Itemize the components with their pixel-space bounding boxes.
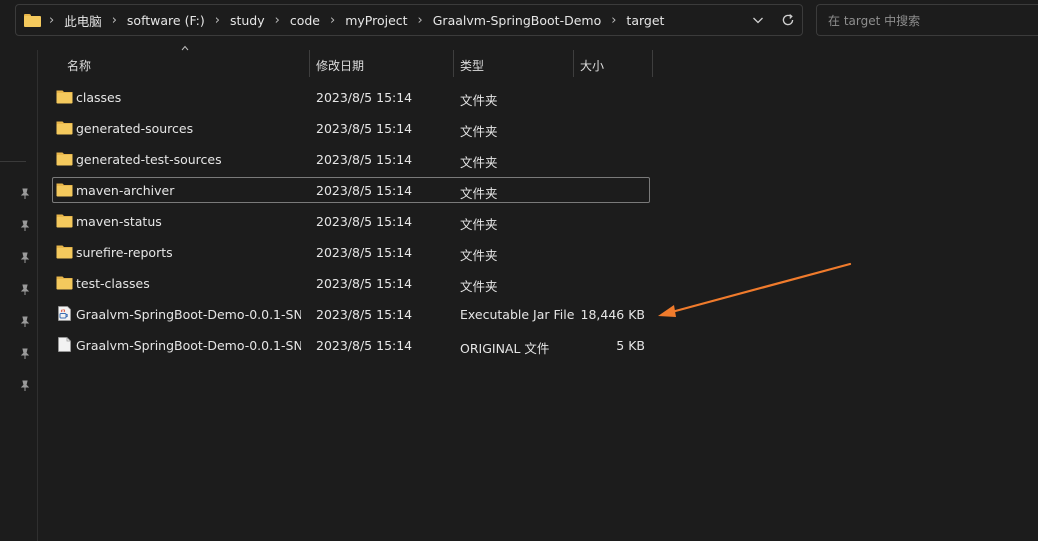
file-name: generated-test-sources <box>76 152 222 167</box>
address-bar[interactable]: › 此电脑 › software (F:) › study › code › m… <box>15 4 803 36</box>
file-name: maven-archiver <box>76 183 175 198</box>
folder-icon <box>56 183 73 197</box>
breadcrumb-item-drive[interactable]: software (F:) <box>127 13 205 28</box>
file-row[interactable]: surefire-reports 2023/8/5 15:14 文件夹 <box>52 239 650 265</box>
chevron-down-icon[interactable] <box>750 12 766 28</box>
file-size: 5 KB <box>616 338 645 353</box>
column-header-label: 类型 <box>460 59 485 73</box>
chevron-right-icon[interactable]: › <box>215 14 220 27</box>
file-name: classes <box>76 90 122 105</box>
file-name: maven-status <box>76 214 162 229</box>
pin-icon[interactable] <box>19 380 31 392</box>
column-resize-handle[interactable] <box>652 50 653 77</box>
chevron-right-icon[interactable]: › <box>418 14 423 27</box>
column-header-name[interactable]: 名称 <box>52 50 308 77</box>
file-type: 文件夹 <box>460 217 498 232</box>
column-header-type[interactable]: 类型 <box>454 50 572 77</box>
chevron-right-icon[interactable]: › <box>330 14 335 27</box>
breadcrumb-item-myproject[interactable]: myProject <box>345 13 407 28</box>
folder-icon <box>56 276 73 290</box>
file-date: 2023/8/5 15:14 <box>316 152 413 167</box>
folder-icon <box>56 152 73 166</box>
column-header-label: 名称 <box>67 59 92 73</box>
divider <box>0 161 26 162</box>
file-row[interactable]: Graalvm-SpringBoot-Demo-0.0.1-SN... 2023… <box>52 301 650 327</box>
search-box <box>816 4 1038 36</box>
breadcrumb-item-study[interactable]: study <box>230 13 265 28</box>
chevron-right-icon[interactable]: › <box>275 14 280 27</box>
folder-icon <box>56 121 73 135</box>
pin-icon[interactable] <box>19 252 31 264</box>
folder-icon <box>24 13 41 27</box>
pin-icon[interactable] <box>19 348 31 360</box>
file-type: 文件夹 <box>460 155 498 170</box>
file-row[interactable]: Graalvm-SpringBoot-Demo-0.0.1-SN... 2023… <box>52 332 650 358</box>
file-row[interactable]: generated-test-sources 2023/8/5 15:14 文件… <box>52 146 650 172</box>
java-jar-icon <box>58 306 71 321</box>
file-name: Graalvm-SpringBoot-Demo-0.0.1-SN... <box>76 338 301 353</box>
chevron-right-icon[interactable]: › <box>611 14 616 27</box>
file-type: 文件夹 <box>460 279 498 294</box>
file-date: 2023/8/5 15:14 <box>316 307 413 322</box>
refresh-icon[interactable] <box>780 12 796 28</box>
file-date: 2023/8/5 15:14 <box>316 245 413 260</box>
folder-icon <box>56 90 73 104</box>
column-header-size[interactable]: 大小 <box>574 50 652 77</box>
file-type: 文件夹 <box>460 124 498 139</box>
column-header-date[interactable]: 修改日期 <box>310 50 452 77</box>
breadcrumb-item-this-pc[interactable]: 此电脑 <box>64 11 102 30</box>
file-name: test-classes <box>76 276 150 291</box>
file-type: 文件夹 <box>460 93 498 108</box>
chevron-right-icon[interactable]: › <box>49 14 54 27</box>
file-type: 文件夹 <box>460 186 498 201</box>
folder-icon <box>56 214 73 228</box>
file-row[interactable]: test-classes 2023/8/5 15:14 文件夹 <box>52 270 650 296</box>
pin-icon[interactable] <box>19 316 31 328</box>
file-date: 2023/8/5 15:14 <box>316 276 413 291</box>
file-size: 18,446 KB <box>580 307 645 322</box>
file-date: 2023/8/5 15:14 <box>316 338 413 353</box>
breadcrumb-item-target[interactable]: target <box>626 13 664 28</box>
file-type: 文件夹 <box>460 248 498 263</box>
folder-icon <box>56 245 73 259</box>
annotation-arrow <box>658 262 852 317</box>
file-date: 2023/8/5 15:14 <box>316 121 413 136</box>
search-input[interactable] <box>826 11 1030 31</box>
column-header-label: 大小 <box>580 59 605 73</box>
breadcrumb: › 此电脑 › software (F:) › study › code › m… <box>24 5 664 35</box>
pin-icon[interactable] <box>19 284 31 296</box>
file-row[interactable]: classes 2023/8/5 15:14 文件夹 <box>52 84 650 110</box>
breadcrumb-item-code[interactable]: code <box>290 13 320 28</box>
file-row[interactable]: generated-sources 2023/8/5 15:14 文件夹 <box>52 115 650 141</box>
blank-file-icon <box>58 337 71 352</box>
column-header-label: 修改日期 <box>316 59 365 73</box>
file-type: Executable Jar File <box>460 307 575 322</box>
file-date: 2023/8/5 15:14 <box>316 90 413 105</box>
file-type: ORIGINAL 文件 <box>460 341 550 356</box>
pin-icon[interactable] <box>19 220 31 232</box>
file-row[interactable]: maven-status 2023/8/5 15:14 文件夹 <box>52 208 650 234</box>
pin-icon[interactable] <box>19 188 31 200</box>
file-name: generated-sources <box>76 121 194 136</box>
file-name: Graalvm-SpringBoot-Demo-0.0.1-SN... <box>76 307 301 322</box>
file-row[interactable]: maven-archiver 2023/8/5 15:14 文件夹 <box>52 177 650 203</box>
file-date: 2023/8/5 15:14 <box>316 214 413 229</box>
breadcrumb-item-project[interactable]: Graalvm-SpringBoot-Demo <box>433 13 601 28</box>
file-date: 2023/8/5 15:14 <box>316 183 413 198</box>
file-name: surefire-reports <box>76 245 173 260</box>
chevron-right-icon[interactable]: › <box>112 14 117 27</box>
